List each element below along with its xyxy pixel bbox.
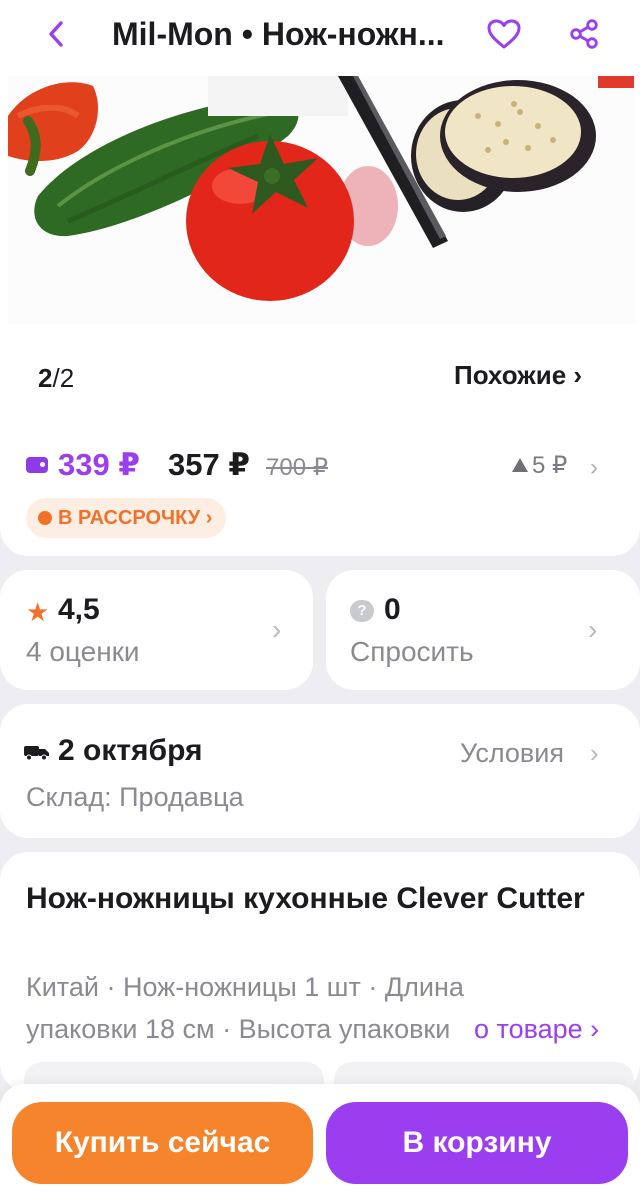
questions-count: 0 — [384, 593, 401, 626]
product-gallery[interactable]: 2/2 Похожие › — [0, 72, 640, 428]
share-icon — [570, 19, 598, 49]
product-photo[interactable] — [8, 76, 634, 324]
product-desc-line2: упаковки 18 см · Высота упаковки — [26, 1014, 451, 1044]
chevron-right-icon: › — [588, 614, 598, 645]
delivery-card[interactable]: 2 октября Условия › Склад: Продавца — [0, 704, 640, 838]
gallery-current: 2 — [38, 363, 53, 393]
rating-count: 4 оценки — [26, 636, 140, 667]
wallet-icon — [26, 457, 48, 473]
page-title: Mil-Mon • Нож-ножн... — [112, 16, 445, 52]
warehouse-label: Склад: Продавца — [26, 782, 244, 812]
gallery-separator: / — [52, 363, 60, 393]
ask-label: Спросить — [350, 636, 474, 667]
delivery-terms-link[interactable]: Условия — [460, 736, 564, 770]
about-product-link[interactable]: о товаре › — [446, 1008, 600, 1050]
chevron-right-icon: › — [590, 454, 598, 481]
pie-chart-icon — [38, 511, 52, 525]
vegetables-image — [8, 76, 634, 324]
star-icon: ★ — [26, 597, 50, 627]
chevron-right-icon: › — [272, 614, 282, 645]
installment-label: В РАССРОЧКУ › — [58, 507, 213, 529]
regular-price: 357 ₽ — [168, 447, 250, 482]
chevron-right-icon: › — [590, 738, 599, 768]
product-desc-line1: Китай · Нож-ножницы 1 шт · Длина — [26, 972, 464, 1002]
product-page: Mil-Mon • Нож-ножн... 2/2 Похожие › 339 … — [0, 0, 640, 1193]
gallery-total: 2 — [59, 363, 75, 393]
rating-card[interactable]: ★ 4,5 4 оценки › — [0, 570, 313, 690]
top-bar: Mil-Mon • Нож-ножн... — [0, 0, 640, 72]
truck-icon — [24, 746, 49, 760]
delivery-date: 2 октября — [58, 734, 203, 767]
product-name: Нож-ножницы кухонные Clever Cutter — [26, 882, 585, 915]
rating-value: 4,5 — [58, 593, 100, 626]
favorite-button[interactable] — [482, 12, 526, 56]
bottom-action-bar: Купить сейчас В корзину — [0, 1084, 640, 1193]
old-price: 700 ₽ — [266, 454, 328, 481]
wallet-price: 339 ₽ — [58, 447, 140, 482]
buy-now-button[interactable]: Купить сейчас — [12, 1102, 313, 1184]
questions-card[interactable]: ? 0 Спросить › — [326, 570, 640, 690]
gallery-counter: 2/2 — [38, 362, 74, 394]
product-info-card: Нож-ножницы кухонные Clever Cutter Китай… — [0, 852, 640, 1092]
price-history-button[interactable]: 5 ₽ — [512, 450, 567, 482]
chevron-left-icon — [49, 21, 63, 47]
price-card: 339 ₽ 357 ₽ 700 ₽ 5 ₽ › В РАССРОЧКУ › — [0, 428, 640, 556]
share-button[interactable] — [562, 12, 606, 56]
question-bubble-icon: ? — [350, 600, 374, 622]
price-change: 5 ₽ — [532, 452, 568, 479]
heart-icon — [487, 19, 521, 49]
add-to-cart-button[interactable]: В корзину — [326, 1102, 628, 1184]
back-button[interactable] — [36, 14, 76, 54]
installment-button[interactable]: В РАССРОЧКУ › — [26, 498, 227, 538]
similar-button[interactable]: Похожие › — [446, 352, 616, 398]
triangle-up-icon — [512, 458, 528, 472]
